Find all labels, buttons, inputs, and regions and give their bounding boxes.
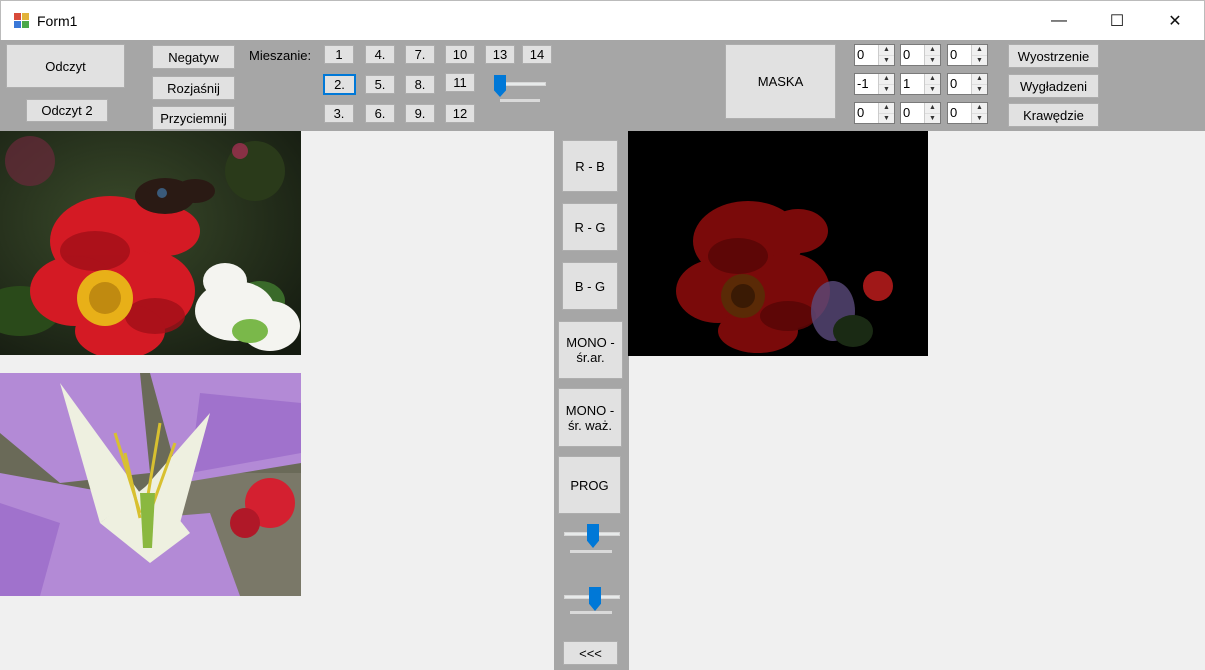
- spin-down-icon[interactable]: ▼: [879, 85, 894, 95]
- blend-button-13[interactable]: 13: [485, 45, 515, 64]
- blend-button-9[interactable]: 9.: [405, 104, 435, 123]
- rb-button[interactable]: R - B: [562, 140, 618, 192]
- slider-ticks: [570, 550, 612, 553]
- mono-avg-label-2: śr.ar.: [576, 350, 605, 365]
- mask-spinner-7[interactable]: 0 ▲ ▼: [900, 102, 941, 124]
- rg-button[interactable]: R - G: [562, 203, 618, 251]
- mono-weighted-button[interactable]: MONO - śr. waż.: [558, 388, 622, 447]
- slider-ticks: [570, 611, 612, 614]
- result-image: [628, 131, 928, 356]
- spin-up-icon[interactable]: ▲: [879, 45, 894, 56]
- blend-button-3[interactable]: 3.: [324, 104, 354, 123]
- mask-value[interactable]: -1: [855, 74, 878, 94]
- spin-up-icon[interactable]: ▲: [925, 103, 940, 114]
- mask-spinner-0[interactable]: 0 ▲ ▼: [854, 44, 895, 66]
- wyostrzenie-button[interactable]: Wyostrzenie: [1008, 44, 1099, 68]
- spin-up-icon[interactable]: ▲: [925, 45, 940, 56]
- rozjasnij-button[interactable]: Rozjaśnij: [152, 76, 235, 100]
- toolbar: Odczyt Odczyt 2 Negatyw Rozjaśnij Przyci…: [0, 40, 1205, 131]
- spin-up-icon[interactable]: ▲: [972, 74, 987, 85]
- spin-up-icon[interactable]: ▲: [925, 74, 940, 85]
- wygladzeni-button[interactable]: Wygładzeni: [1008, 74, 1099, 98]
- blend-button-7[interactable]: 7.: [405, 45, 435, 64]
- mask-value[interactable]: 0: [948, 74, 971, 94]
- spin-up-icon[interactable]: ▲: [972, 103, 987, 114]
- spin-down-icon[interactable]: ▼: [972, 85, 987, 95]
- spin-down-icon[interactable]: ▼: [925, 56, 940, 66]
- spin-down-icon[interactable]: ▼: [972, 114, 987, 124]
- mask-value[interactable]: 0: [855, 45, 878, 65]
- title-bar: Form1 — ☐ ✕: [0, 0, 1205, 40]
- spin-down-icon[interactable]: ▼: [879, 114, 894, 124]
- mono-avg-label-1: MONO -: [566, 335, 615, 350]
- blend-button-6[interactable]: 6.: [365, 104, 395, 123]
- mask-spinner-3[interactable]: -1 ▲ ▼: [854, 73, 895, 95]
- mono-weighted-label-1: MONO -: [565, 402, 615, 418]
- spin-down-icon[interactable]: ▼: [972, 56, 987, 66]
- close-button[interactable]: ✕: [1147, 1, 1203, 41]
- slider-ticks: [500, 99, 540, 102]
- back-button[interactable]: <<<: [563, 641, 618, 665]
- mask-spinner-8[interactable]: 0 ▲ ▼: [947, 102, 988, 124]
- blend-button-11[interactable]: 11: [445, 73, 475, 92]
- blend-button-14[interactable]: 14: [522, 45, 552, 64]
- picture-box-2[interactable]: [0, 373, 301, 596]
- threshold-slider-2[interactable]: [562, 583, 622, 619]
- mask-spinner-4[interactable]: 1 ▲ ▼: [900, 73, 941, 95]
- odczyt-button[interactable]: Odczyt: [6, 44, 125, 88]
- mask-spinner-1[interactable]: 0 ▲ ▼: [900, 44, 941, 66]
- dahlia-image: [0, 131, 301, 355]
- blend-button-12[interactable]: 12: [445, 104, 475, 123]
- mask-value[interactable]: 0: [901, 45, 924, 65]
- blend-button-2[interactable]: 2.: [323, 74, 356, 95]
- blend-slider[interactable]: [492, 73, 548, 103]
- spin-up-icon[interactable]: ▲: [879, 74, 894, 85]
- negatyw-button[interactable]: Negatyw: [152, 45, 235, 69]
- mask-value[interactable]: 0: [855, 103, 878, 123]
- mask-value[interactable]: 0: [948, 45, 971, 65]
- bg-button[interactable]: B - G: [562, 262, 618, 310]
- slider-thumb-icon[interactable]: [589, 587, 601, 611]
- odczyt2-button[interactable]: Odczyt 2: [26, 99, 108, 122]
- prog-button[interactable]: PROG: [558, 456, 621, 514]
- mask-value[interactable]: 0: [901, 103, 924, 123]
- mieszanie-label: Mieszanie:: [249, 48, 312, 63]
- maska-button[interactable]: MASKA: [725, 44, 836, 119]
- lily-image: [0, 373, 301, 596]
- blend-button-5[interactable]: 5.: [365, 75, 395, 94]
- slider-thumb-icon[interactable]: [494, 75, 506, 97]
- spin-up-icon[interactable]: ▲: [879, 103, 894, 114]
- mask-value[interactable]: 0: [948, 103, 971, 123]
- close-icon: ✕: [1168, 13, 1182, 30]
- blend-button-4[interactable]: 4.: [365, 45, 395, 64]
- blend-button-10[interactable]: 10: [445, 45, 475, 64]
- spin-up-icon[interactable]: ▲: [972, 45, 987, 56]
- slider-thumb-icon[interactable]: [587, 524, 599, 548]
- minimize-button[interactable]: —: [1031, 1, 1087, 41]
- blend-button-1[interactable]: 1: [324, 45, 354, 64]
- maximize-button[interactable]: ☐: [1089, 1, 1145, 41]
- picture-box-1[interactable]: [0, 131, 301, 355]
- blend-button-8[interactable]: 8.: [405, 75, 435, 94]
- przyciemnij-button[interactable]: Przyciemnij: [152, 106, 235, 130]
- mono-weighted-label-2: śr. waż.: [567, 417, 613, 433]
- app-icon: [14, 13, 29, 28]
- mask-spinner-5[interactable]: 0 ▲ ▼: [947, 73, 988, 95]
- mask-spinner-2[interactable]: 0 ▲ ▼: [947, 44, 988, 66]
- spin-down-icon[interactable]: ▼: [879, 56, 894, 66]
- spin-down-icon[interactable]: ▼: [925, 114, 940, 124]
- spin-down-icon[interactable]: ▼: [925, 85, 940, 95]
- mask-spinner-6[interactable]: 0 ▲ ▼: [854, 102, 895, 124]
- threshold-slider-1[interactable]: [562, 520, 622, 556]
- krawedzie-button[interactable]: Krawędzie: [1008, 103, 1099, 127]
- window-title: Form1: [37, 13, 78, 29]
- maximize-icon: ☐: [1109, 13, 1125, 30]
- minimize-icon: —: [1051, 12, 1067, 29]
- mono-avg-button[interactable]: MONO - śr.ar.: [558, 321, 623, 379]
- picture-box-result[interactable]: [628, 131, 928, 356]
- mask-value[interactable]: 1: [901, 74, 924, 94]
